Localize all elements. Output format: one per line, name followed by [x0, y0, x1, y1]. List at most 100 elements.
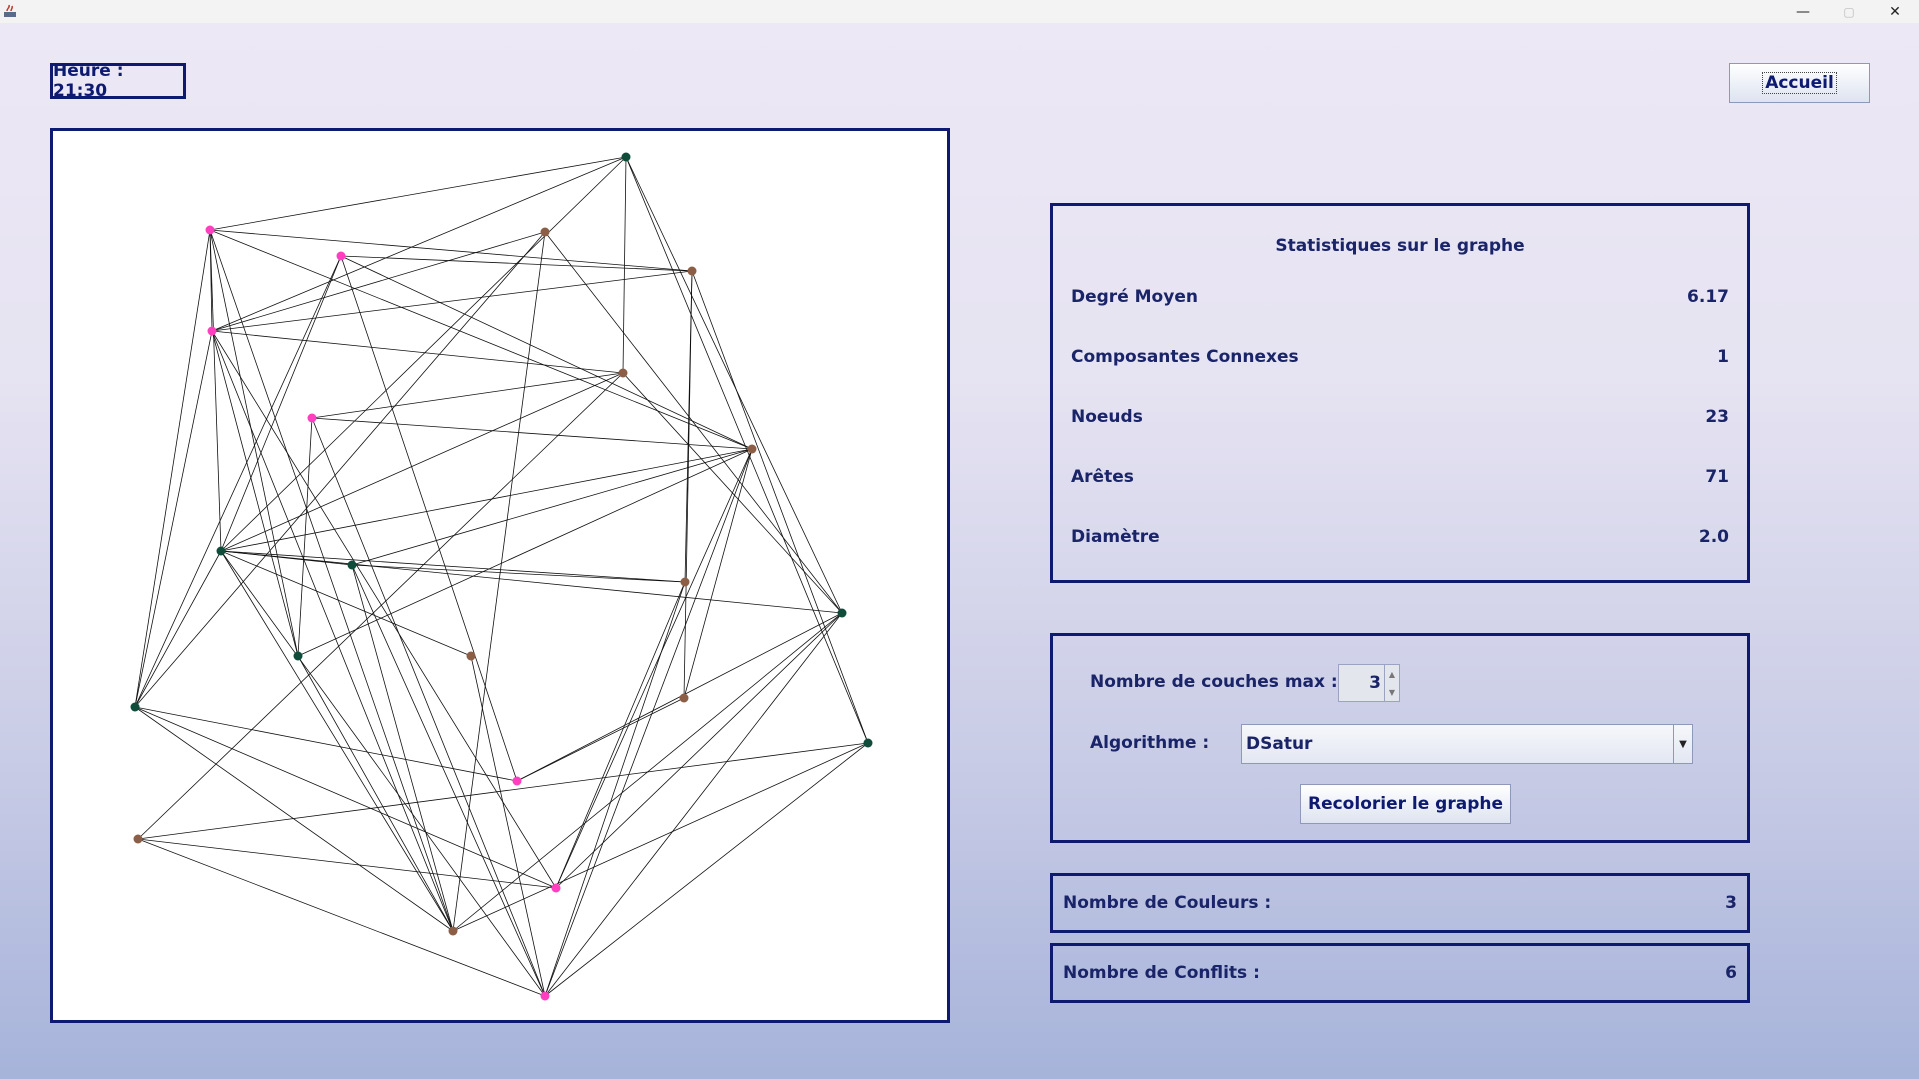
graph-edge	[134, 229, 211, 708]
graph-edge	[351, 564, 454, 932]
home-button-label: Accueil	[1762, 72, 1837, 94]
stat-row-connected-components: Composantes Connexes 1	[1071, 345, 1729, 369]
graph-edge	[134, 706, 557, 889]
stat-row-average-degree: Degré Moyen 6.17	[1071, 285, 1729, 309]
graph-edge	[220, 550, 454, 932]
graph-edge	[311, 372, 624, 419]
algorithm-select[interactable]: DSatur ▼	[1241, 724, 1693, 764]
graph-edge	[544, 612, 843, 997]
conflict-count-value: 6	[1725, 963, 1737, 983]
graph-canvas[interactable]	[50, 128, 950, 1023]
graph-edge	[340, 255, 693, 272]
graph-edge	[220, 550, 686, 583]
stat-value: 1	[1717, 347, 1729, 367]
graph-edge	[137, 372, 624, 840]
spinner-up-icon[interactable]: ▲	[1384, 665, 1399, 683]
graph-edge	[211, 231, 546, 332]
stat-value: 6.17	[1687, 287, 1729, 307]
graph-edge	[555, 612, 843, 889]
graph-node[interactable]	[205, 225, 215, 235]
graph-node[interactable]	[448, 926, 458, 936]
maximize-button: ▢	[1843, 4, 1855, 19]
graph-edge	[220, 550, 843, 614]
graph-edge	[516, 612, 843, 782]
recolor-graph-button[interactable]: Recolorier le graphe	[1300, 784, 1511, 824]
close-button[interactable]: ✕	[1872, 0, 1918, 23]
graph-edge	[134, 550, 222, 708]
stat-row-edges: Arêtes 71	[1071, 465, 1729, 489]
java-app-icon	[4, 4, 16, 17]
graph-edge	[297, 655, 454, 932]
graph-drawing[interactable]	[53, 131, 947, 1020]
algorithm-selected-value: DSatur	[1246, 734, 1313, 754]
max-layers-spinner[interactable]: 3 ▲ ▼	[1338, 664, 1400, 702]
stats-panel: Statistiques sur le graphe Degré Moyen 6…	[1050, 203, 1750, 583]
graph-edge	[625, 156, 843, 614]
graph-edge	[311, 417, 546, 997]
color-count-label: Nombre de Couleurs :	[1063, 893, 1272, 913]
stat-row-nodes: Noeuds 23	[1071, 405, 1729, 429]
max-layers-value[interactable]: 3	[1369, 665, 1381, 701]
stat-value: 2.0	[1698, 527, 1729, 547]
graph-node[interactable]	[540, 991, 550, 1001]
algorithm-label: Algorithme :	[1090, 733, 1210, 753]
graph-node[interactable]	[466, 651, 476, 661]
graph-node[interactable]	[863, 738, 873, 748]
conflict-count-label: Nombre de Conflits :	[1063, 963, 1260, 983]
graph-edge	[134, 706, 518, 782]
graph-edge	[340, 255, 518, 782]
graph-edge	[220, 550, 472, 657]
spinner-down-icon[interactable]: ▼	[1384, 683, 1399, 701]
stat-label: Degré Moyen	[1071, 287, 1198, 307]
graph-node[interactable]	[621, 152, 631, 162]
graph-node[interactable]	[540, 227, 550, 237]
stats-title: Statistiques sur le graphe	[1275, 236, 1525, 256]
graph-node[interactable]	[680, 577, 690, 587]
graph-node[interactable]	[618, 368, 628, 378]
clock-label: Heure : 21:30	[50, 61, 186, 101]
graph-edge	[544, 581, 686, 997]
stat-label: Noeuds	[1071, 407, 1143, 427]
title-bar: — ▢ ✕	[0, 0, 1919, 23]
graph-node[interactable]	[133, 834, 143, 844]
graph-edge	[297, 417, 313, 657]
graph-node[interactable]	[512, 776, 522, 786]
stat-label: Arêtes	[1071, 467, 1134, 487]
graph-edge	[209, 229, 222, 552]
graph-edge	[544, 231, 843, 614]
graph-edge	[683, 448, 753, 699]
graph-edge	[134, 231, 546, 708]
graph-edge	[209, 229, 693, 272]
graph-node[interactable]	[293, 651, 303, 661]
graph-node[interactable]	[837, 608, 847, 618]
graph-edge	[209, 229, 299, 657]
chevron-down-icon[interactable]: ▼	[1673, 725, 1692, 763]
minimize-button[interactable]: —	[1780, 0, 1826, 23]
graph-edge	[220, 156, 627, 552]
graph-edge	[351, 564, 686, 583]
graph-node[interactable]	[347, 560, 357, 570]
stat-label: Composantes Connexes	[1071, 347, 1299, 367]
graph-node[interactable]	[307, 413, 317, 423]
graph-node[interactable]	[687, 266, 697, 276]
graph-edge	[544, 448, 753, 997]
graph-node[interactable]	[130, 702, 140, 712]
color-count-value: 3	[1725, 893, 1737, 913]
stat-value: 23	[1705, 407, 1729, 427]
graph-node[interactable]	[747, 444, 757, 454]
graph-node[interactable]	[679, 693, 689, 703]
graph-edge	[516, 697, 685, 782]
graph-node[interactable]	[336, 251, 346, 261]
graph-edge	[209, 229, 454, 932]
graph-edge	[209, 156, 627, 231]
stat-label: Diamètre	[1071, 527, 1160, 547]
max-layers-label: Nombre de couches max :	[1090, 672, 1338, 692]
graph-edge	[544, 742, 869, 997]
graph-node[interactable]	[551, 883, 561, 893]
graph-edge	[211, 330, 454, 932]
home-button[interactable]: Accueil	[1729, 63, 1870, 103]
graph-node[interactable]	[216, 546, 226, 556]
graph-edge	[220, 448, 753, 552]
graph-edge	[137, 742, 869, 840]
graph-node[interactable]	[207, 326, 217, 336]
